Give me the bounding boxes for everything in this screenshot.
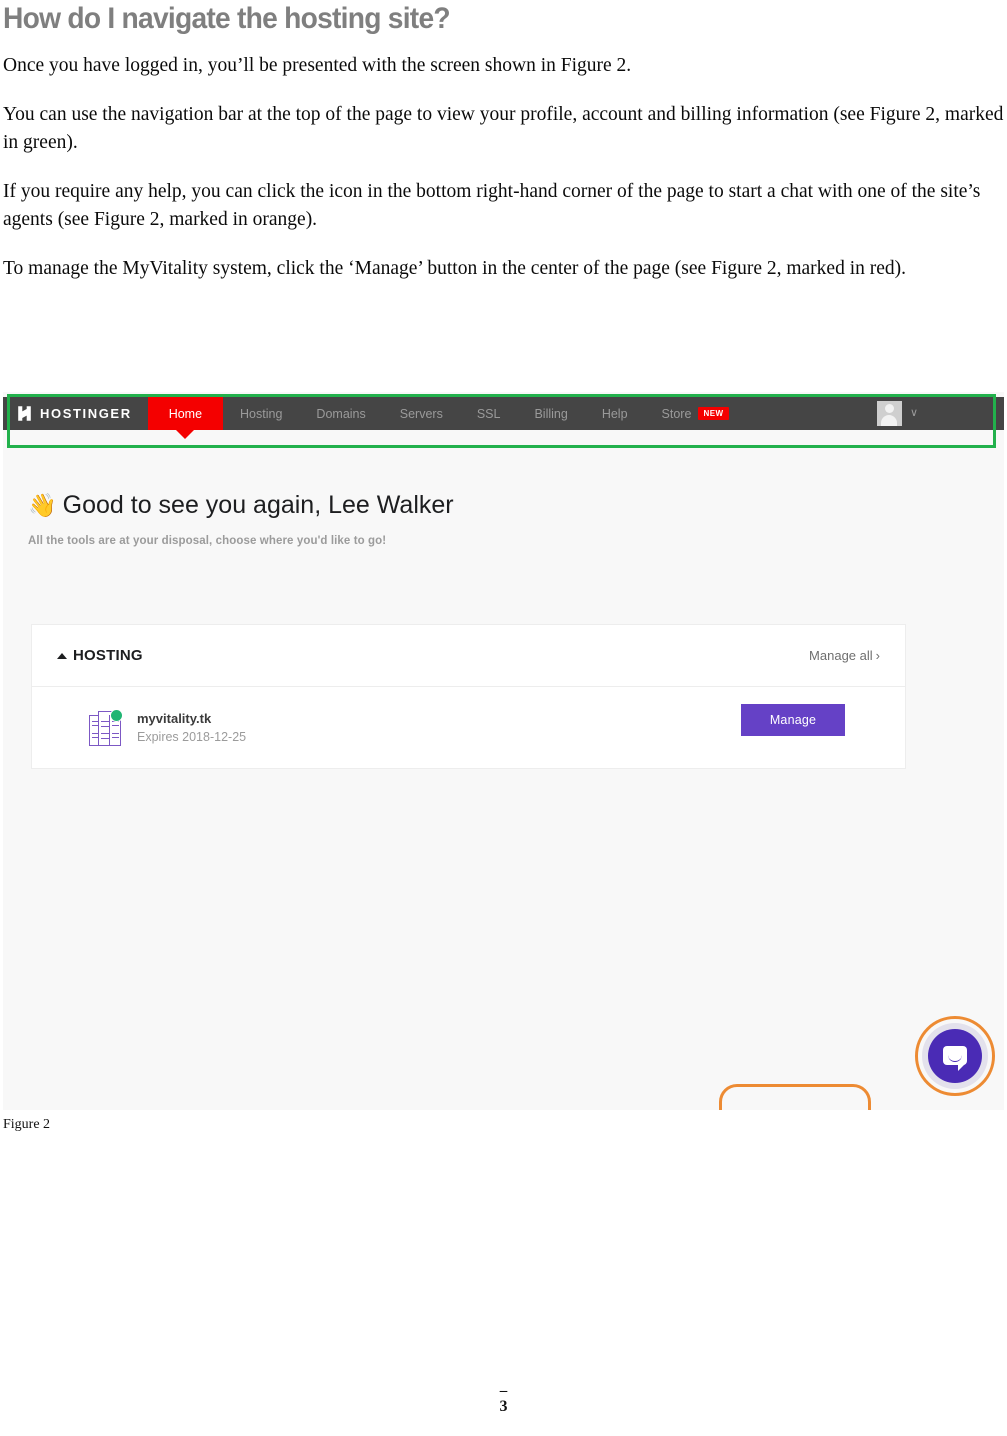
nav-item-domains[interactable]: Domains [299, 397, 382, 430]
hosting-row-expires: Expires 2018-12-25 [137, 729, 247, 744]
server-stack-icon [89, 708, 123, 747]
nav-item-servers[interactable]: Servers [383, 397, 460, 430]
nav-item-ssl-label: SSL [476, 406, 501, 421]
chat-bubble-icon[interactable] [928, 1029, 982, 1083]
server-line [101, 725, 109, 727]
server-line [111, 736, 119, 738]
greeting-heading-text: Good to see you again, Lee Walker [62, 491, 454, 519]
manage-button[interactable]: Manage [741, 704, 845, 736]
hostinger-logo[interactable]: HOSTINGER [3, 397, 148, 430]
document-body: How do I navigate the hosting site? Once… [3, 0, 1004, 283]
triangle-up-icon[interactable] [57, 652, 67, 659]
nav-item-ssl[interactable]: SSL [460, 397, 518, 430]
paragraph-1: Once you have logged in, you’ll be prese… [3, 55, 632, 76]
site-navbar: HOSTINGER Home Hosting Domains Servers S… [3, 397, 1004, 439]
nav-item-billing-label: Billing [534, 406, 568, 421]
document-page: How do I navigate the hosting site? Once… [0, 0, 1007, 1436]
active-tab-caret-icon [176, 430, 195, 439]
nav-item-domains-label: Domains [316, 406, 366, 421]
greeting-subtext: All the tools are at your disposal, choo… [28, 535, 387, 547]
table-row: myvitality.tk Expires 2018-12-25 Manage [32, 687, 905, 768]
nav-item-store-label: Store [661, 406, 692, 421]
page-title: How do I navigate the hosting site? [3, 2, 451, 35]
hosting-card: HOSTING Manage all › myvitality.tk Expir… [31, 624, 906, 769]
hosting-card-title: HOSTING [73, 647, 143, 664]
greeting-heading: 👋 Good to see you again, Lee Walker [28, 488, 548, 523]
hosting-row-domain: myvitality.tk [137, 710, 212, 726]
status-active-dot-icon [110, 708, 123, 722]
paragraph-3: If you require any help, you can click t… [3, 181, 981, 230]
navbar-items: Home Hosting Domains Servers SSL Billing [147, 397, 746, 439]
nav-item-hosting[interactable]: Hosting [223, 397, 299, 430]
nav-item-home[interactable]: Home [147, 397, 224, 439]
avatar-head-shape [884, 404, 894, 413]
avatar-body-shape [881, 415, 898, 426]
greeting-block: 👋 Good to see you again, Lee Walker All t… [28, 488, 548, 547]
hosting-card-header[interactable]: HOSTING Manage all › [32, 625, 905, 687]
server-line [91, 724, 99, 726]
hostinger-wordmark: HOSTINGER [40, 406, 132, 421]
footer-dash: – [499, 1383, 508, 1399]
figure-2-screenshot: HOSTINGER Home Hosting Domains Servers S… [3, 392, 1004, 1110]
nav-item-store[interactable]: Store NEW [645, 397, 746, 430]
server-line [91, 736, 99, 738]
user-avatar-icon[interactable] [876, 401, 902, 426]
server-line [101, 737, 109, 739]
nav-item-home-label: Home [168, 406, 203, 421]
navbar-account-area: ∨ [876, 397, 1004, 430]
chevron-down-icon[interactable]: ∨ [910, 408, 918, 419]
figure-caption: Figure 2 [3, 1117, 51, 1132]
server-line [101, 720, 109, 722]
chat-bubble-tail [958, 1063, 965, 1071]
paragraph-2: You can use the navigation bar at the to… [3, 104, 1004, 153]
waving-hand-icon: 👋 [28, 492, 57, 518]
footer-page-number: 3 [499, 1398, 508, 1415]
server-line [91, 732, 99, 734]
chat-bubble-glyph [943, 1045, 967, 1071]
nav-item-billing[interactable]: Billing [517, 397, 584, 430]
server-line [111, 724, 119, 726]
nav-item-help[interactable]: Help [585, 397, 645, 430]
chevron-right-icon: › [875, 648, 880, 663]
manage-all-link[interactable]: Manage all › [809, 648, 880, 663]
page-footer: – 3 [0, 1383, 1007, 1417]
server-line [111, 732, 119, 734]
nav-item-help-label: Help [601, 406, 628, 421]
nav-item-servers-label: Servers [399, 406, 443, 421]
orange-manage-annotation [719, 1084, 871, 1110]
nav-item-hosting-label: Hosting [240, 406, 283, 421]
store-new-badge: NEW [698, 407, 729, 420]
hostinger-h-logo-icon [16, 405, 33, 422]
hosting-row-text: myvitality.tk Expires 2018-12-25 [137, 710, 246, 746]
paragraph-4: To manage the MyVitality system, click t… [3, 258, 907, 279]
server-line [101, 732, 109, 734]
server-line [91, 720, 99, 722]
manage-all-label: Manage all [809, 648, 873, 663]
